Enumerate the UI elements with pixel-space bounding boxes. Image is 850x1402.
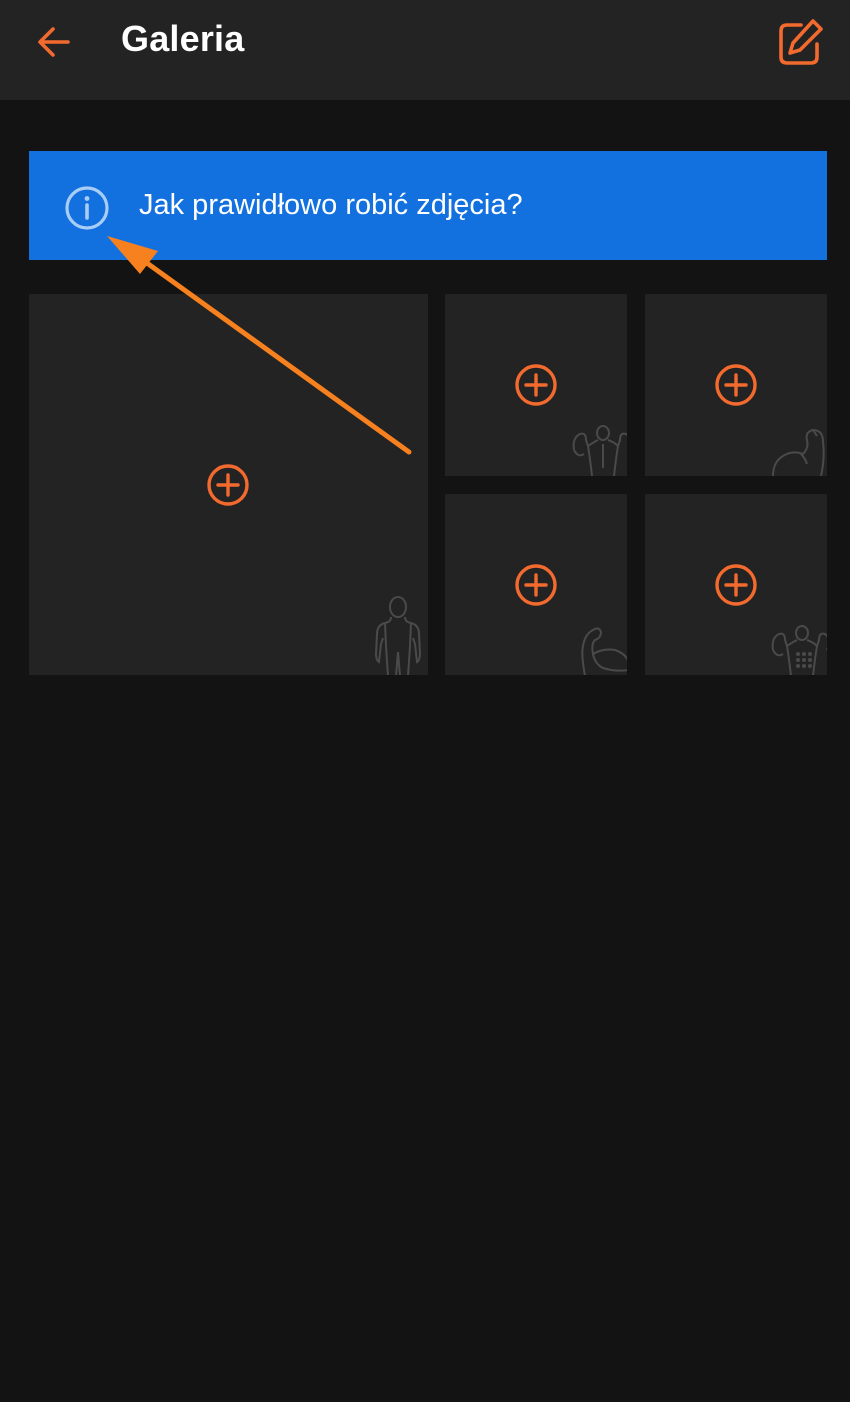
photo-slot-front[interactable] xyxy=(29,294,428,675)
photo-tips-banner[interactable]: Jak prawidłowo robić zdjęcia? xyxy=(29,151,827,260)
front-silhouette-icon xyxy=(374,596,422,675)
photo-slot-side[interactable] xyxy=(445,494,627,675)
edit-button[interactable] xyxy=(768,12,832,72)
photo-slot-back[interactable] xyxy=(445,294,627,476)
add-photo-icon xyxy=(515,364,557,406)
back-button[interactable] xyxy=(22,12,86,72)
add-photo-icon xyxy=(715,364,757,406)
photo-tips-text: Jak prawidłowo robić zdjęcia? xyxy=(139,189,523,221)
page-title: Galeria xyxy=(121,18,245,59)
add-photo-icon xyxy=(207,464,249,506)
add-photo-icon xyxy=(715,564,757,606)
photo-slot-biceps[interactable] xyxy=(645,294,827,476)
back-silhouette-icon xyxy=(572,425,627,476)
photo-slot-abs[interactable] xyxy=(645,494,827,675)
biceps-silhouette-icon xyxy=(772,428,825,476)
abs-silhouette-icon xyxy=(771,625,827,675)
app-bar: Galeria xyxy=(0,0,850,100)
edit-icon xyxy=(779,19,823,65)
arrow-left-icon xyxy=(38,27,70,57)
info-icon xyxy=(65,186,109,230)
add-photo-icon xyxy=(515,564,557,606)
side-biceps-silhouette-icon xyxy=(581,627,627,675)
